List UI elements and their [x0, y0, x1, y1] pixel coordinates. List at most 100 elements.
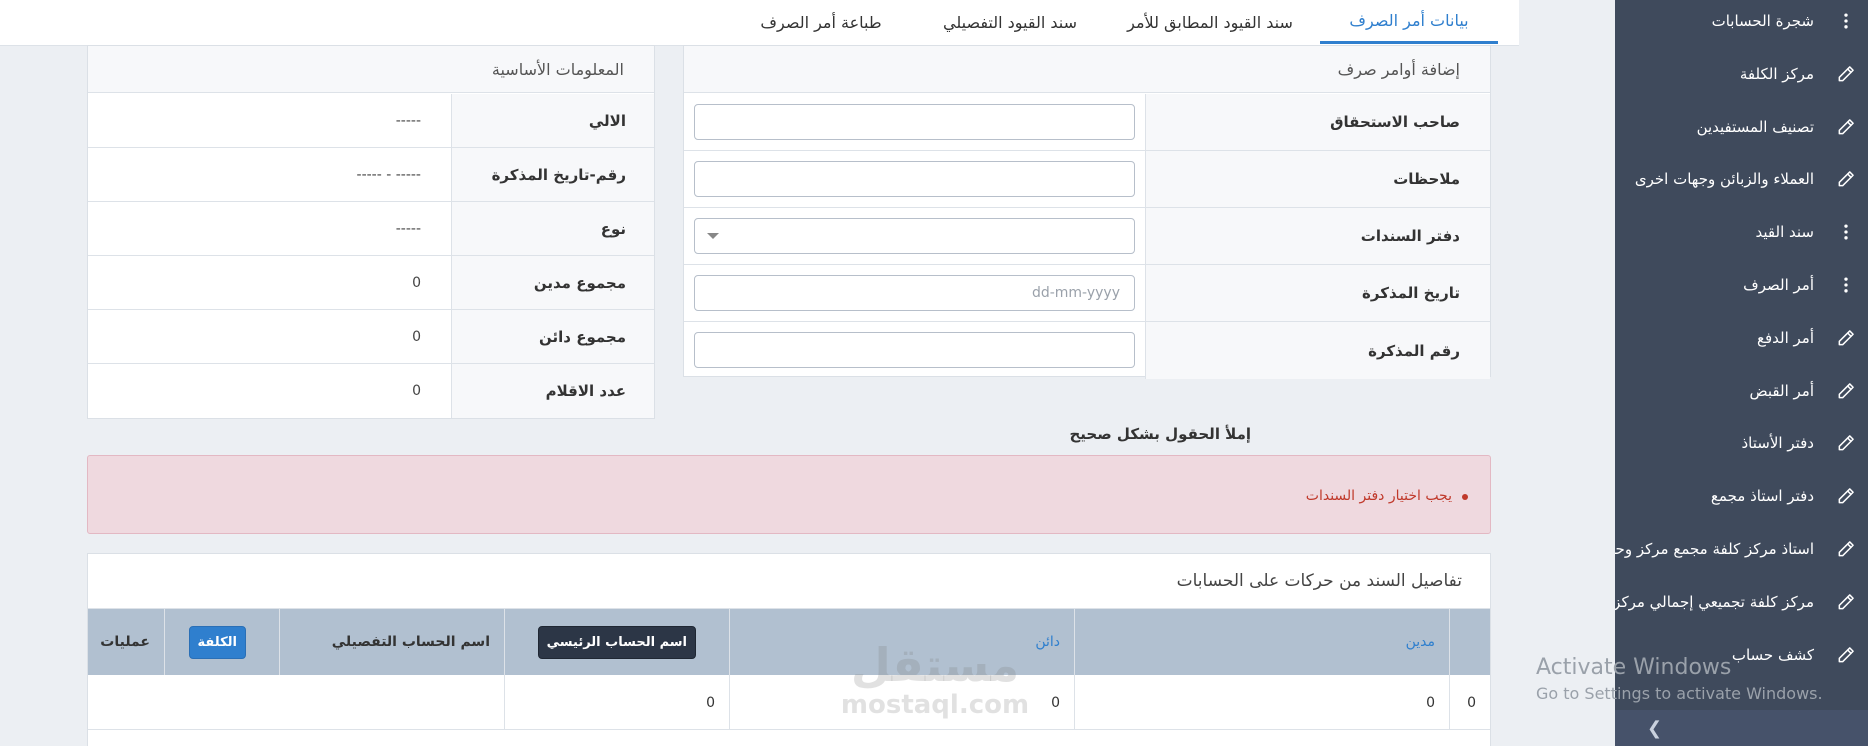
form-row-memo-number: رقم المذكرة: [684, 322, 1490, 379]
pencil-icon: [1834, 643, 1858, 667]
basic-info-panel: المعلومات الأساسية الالي ----- رقم-تاريخ…: [87, 45, 655, 419]
cell-index: 0: [1449, 675, 1490, 730]
cell-main-account: 0: [504, 675, 729, 730]
chevron-down-icon: [707, 233, 719, 239]
sidebar-item[interactable]: مركز كلفة تجميعي إجمالي مركز: [1615, 576, 1868, 628]
form-row-beneficiary: صاحب الاستحقاق: [684, 94, 1490, 151]
voucher-details-panel: تفاصيل السند من حركات على الحسابات مدين …: [87, 553, 1491, 746]
pencil-icon: [1834, 326, 1858, 350]
activate-title: Activate Windows: [1536, 655, 1732, 680]
info-title: المعلومات الأساسية: [88, 46, 654, 93]
sidebar-item-label: سند القيد: [1755, 223, 1814, 242]
field-label: تاريخ المذكرة: [1145, 265, 1490, 321]
activate-subtitle: Go to Settings to activate Windows.: [1536, 684, 1823, 703]
pencil-icon: [1834, 115, 1858, 139]
details-table-header: مدين دائن اسم الحساب الرئيسي اسم الحساب …: [88, 609, 1490, 675]
details-title: تفاصيل السند من حركات على الحسابات: [88, 554, 1490, 609]
sidebar-item[interactable]: العملاء والزبائن وجهات اخرى: [1615, 153, 1868, 205]
sidebar-item-label: أمر القبض: [1749, 381, 1814, 400]
sidebar-item-label: مركز كلفة تجميعي إجمالي مركز: [1615, 592, 1814, 611]
info-value: -----: [395, 220, 421, 237]
sidebar-item-label: شجرة الحسابات: [1711, 12, 1814, 30]
sidebar-item[interactable]: أمر القبض: [1615, 365, 1868, 417]
memo-date-input[interactable]: [694, 275, 1135, 311]
form-row-voucher-book: دفتر السندات: [684, 208, 1490, 265]
header-operations: عمليات: [100, 634, 150, 650]
notes-input[interactable]: [694, 161, 1135, 197]
beneficiary-input[interactable]: [694, 104, 1135, 140]
sidebar-item[interactable]: دفتر استاذ مجمع: [1615, 470, 1868, 522]
header-index: [1449, 609, 1490, 675]
sidebar-item-label: أمر الدفع: [1756, 328, 1814, 347]
info-label: مجموع دائن: [451, 310, 654, 363]
info-label: عدد الاقلام: [451, 364, 654, 418]
form-row-memo-date: تاريخ المذكرة: [684, 265, 1490, 322]
validation-hint: إملأ الحقول بشكل صحيح: [1069, 425, 1251, 443]
main-account-button[interactable]: اسم الحساب الرئيسي: [537, 625, 696, 659]
header-debit[interactable]: مدين: [1074, 609, 1449, 675]
tab-matching-entries[interactable]: سند القيود المطابق للأمر: [1120, 0, 1300, 44]
cell-debit: 0: [1074, 675, 1449, 730]
activate-windows-notice: Activate Windows Go to Settings to activ…: [1536, 655, 1823, 703]
sidebar-item[interactable]: أمر الصرف: [1615, 259, 1868, 311]
sidebar-item-label: العملاء والزبائن وجهات اخرى: [1634, 170, 1814, 189]
watermark: مستقل mostaql.com: [835, 640, 1035, 720]
pencil-icon: [1834, 590, 1858, 614]
error-message: يجب اختيار دفتر السندات: [1305, 488, 1452, 504]
sidebar-item[interactable]: تصنيف المستفيدين: [1615, 101, 1868, 153]
info-value: 0: [412, 328, 421, 345]
error-alert: يجب اختيار دفتر السندات: [87, 455, 1491, 534]
info-value: 0: [412, 383, 421, 399]
info-label: الالي: [451, 94, 654, 147]
sidebar-item-label: مركز الكلفة: [1739, 64, 1814, 83]
sidebar-item[interactable]: دفتر الأستاذ: [1615, 417, 1868, 469]
info-row: عدد الاقلام 0: [88, 364, 654, 418]
watermark-ar: مستقل: [850, 638, 1020, 692]
dots-icon: [1834, 220, 1858, 244]
info-label: نوع: [451, 202, 654, 255]
sidebar-item-label: أمر الصرف: [1743, 276, 1814, 294]
sidebar: كشف حساب مركز كلفة تجميعي إجمالي مركز استا…: [1615, 0, 1868, 746]
info-value: -----: [395, 112, 421, 129]
sidebar-item[interactable]: مركز الكلفة: [1615, 48, 1868, 100]
sidebar-item-label: دفتر استاذ مجمع: [1710, 487, 1814, 506]
sidebar-item[interactable]: أمر الدفع: [1615, 312, 1868, 364]
bullet-icon: [1462, 494, 1468, 500]
cost-button[interactable]: الكلفة: [188, 625, 246, 659]
info-row: مجموع مدين 0: [88, 256, 654, 310]
info-value: 0: [412, 274, 421, 291]
header-cost: الكلفة: [164, 609, 279, 675]
sidebar-item[interactable]: استاذ مركز كلفة مجمع مركز وحدة: [1615, 523, 1868, 575]
field-label: رقم المذكرة: [1145, 322, 1490, 379]
info-row: رقم-تاريخ المذكرة ----- - -----: [88, 148, 654, 202]
watermark-en: mostaql.com: [840, 690, 1030, 720]
dots-icon: [1834, 273, 1858, 297]
form-row-notes: ملاحظات: [684, 151, 1490, 208]
pencil-icon: [1834, 167, 1858, 191]
memo-number-input[interactable]: [694, 332, 1135, 368]
sidebar-item-label: تصنيف المستفيدين: [1696, 117, 1814, 136]
sidebar-item[interactable]: سند القيد: [1615, 206, 1868, 258]
pencil-icon: [1834, 62, 1858, 86]
field-label: دفتر السندات: [1145, 208, 1490, 264]
voucher-book-select[interactable]: [694, 218, 1135, 254]
dots-icon: [1834, 9, 1858, 33]
field-label: ملاحظات: [1145, 151, 1490, 207]
pencil-icon: [1834, 537, 1858, 561]
tab-expense-order-data[interactable]: بيانات أمر الصرف: [1320, 0, 1498, 44]
form-title: إضافة أوامر صرف: [684, 46, 1490, 93]
table-row: 0 0 0 0: [88, 675, 1490, 730]
info-row: مجموع دائن 0: [88, 310, 654, 364]
sidebar-item-label: دفتر الأستاذ: [1741, 434, 1815, 453]
info-label: رقم-تاريخ المذكرة: [451, 148, 654, 201]
tab-detailed-entries[interactable]: سند القيود التفصيلي: [920, 0, 1100, 44]
chevron-right-icon[interactable]: ❯: [1647, 718, 1662, 739]
info-row: نوع -----: [88, 202, 654, 256]
pencil-icon: [1834, 484, 1858, 508]
sidebar-footer: ❯: [1615, 710, 1868, 746]
tab-print-order[interactable]: طباعة أمر الصرف: [740, 0, 902, 44]
sidebar-item[interactable]: شجرة الحسابات: [1615, 0, 1868, 47]
header-main-account: اسم الحساب الرئيسي: [504, 609, 729, 675]
info-row: الالي -----: [88, 94, 654, 148]
pencil-icon: [1834, 379, 1858, 403]
